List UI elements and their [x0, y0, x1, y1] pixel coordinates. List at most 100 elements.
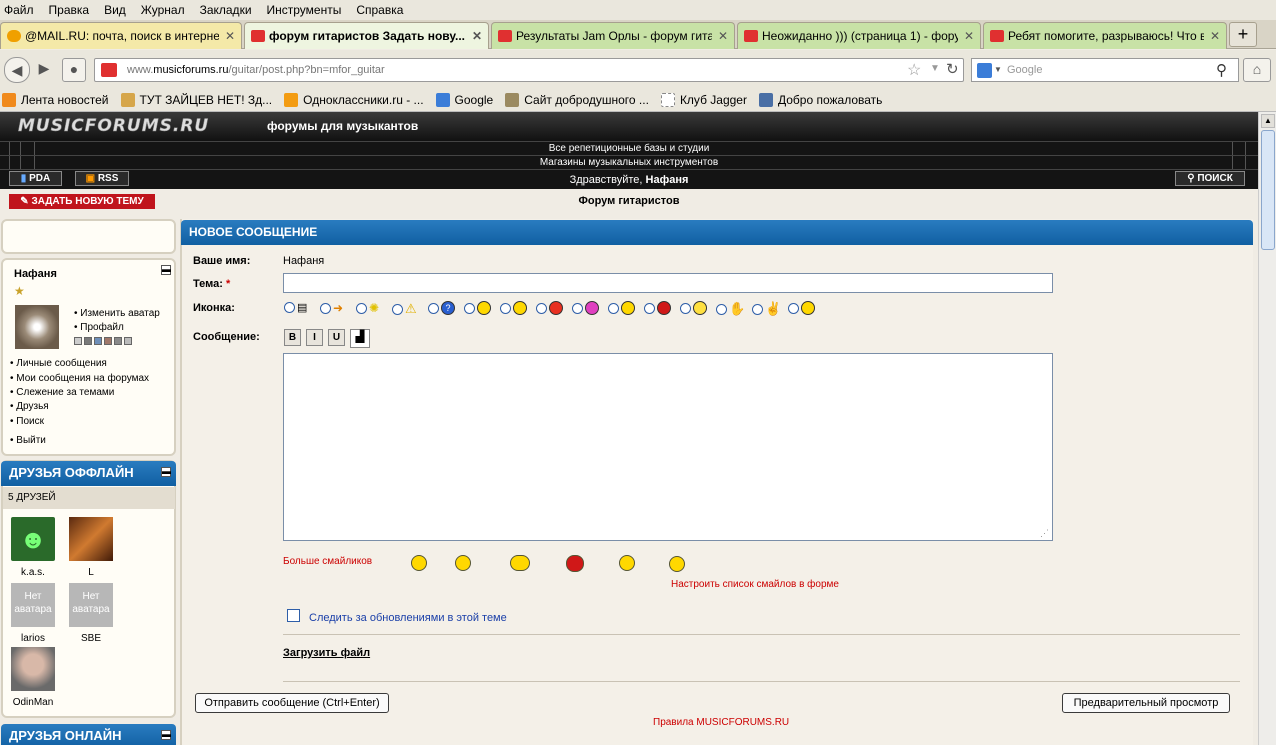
scroll-up-icon[interactable]: ▲ — [1261, 114, 1275, 128]
studios-link[interactable]: Все репетиционные базы и студии — [549, 143, 710, 154]
icon-option-question[interactable]: ? — [428, 301, 455, 315]
site-logo[interactable]: MUSICFORUMS.RU — [18, 116, 209, 137]
icon-option-thumbs-up[interactable]: ✌ — [752, 301, 781, 317]
watched-topics-link[interactable]: • Слежение за темами — [10, 387, 114, 398]
friend-sbe[interactable]: Нет аватара SBE — [69, 583, 113, 644]
forum-title[interactable]: Форум гитаристов — [0, 195, 1258, 207]
shops-link[interactable]: Магазины музыкальных инструментов — [540, 157, 718, 168]
logout-link[interactable]: • Выйти — [10, 435, 46, 446]
bookmark-zaytsev[interactable]: ТУТ ЗАЙЦЕВ НЕТ! Зд... — [120, 93, 272, 107]
friend-larios[interactable]: Нет аватара larios — [11, 583, 55, 644]
message-textarea[interactable]: ⋰ — [283, 353, 1053, 541]
watch-topic-checkbox[interactable] — [287, 609, 300, 622]
menu-edit[interactable]: Правка — [49, 3, 90, 17]
icon-option-wink[interactable] — [680, 301, 707, 315]
icon-option-mad[interactable] — [644, 301, 671, 315]
friend-name[interactable]: k.a.s. — [11, 567, 55, 578]
menu-file[interactable]: Файл — [4, 3, 34, 17]
friend-name[interactable]: L — [69, 567, 113, 578]
bold-button[interactable]: B — [284, 329, 301, 346]
tab-forum-new-topic[interactable]: форум гитаристов Задать нову... ✕ — [244, 22, 489, 49]
italic-button[interactable]: I — [306, 329, 323, 346]
new-tab-button[interactable]: + — [1229, 22, 1257, 47]
search-icon[interactable]: ⚲ — [1216, 61, 1227, 79]
private-messages-link[interactable]: • Личные сообщения — [10, 358, 107, 369]
collapse-icon[interactable]: ▬ — [161, 265, 171, 275]
new-topic-button[interactable]: ✎ ЗАДАТЬ НОВУЮ ТЕМУ — [9, 194, 155, 209]
smiley-insert-icon[interactable] — [411, 555, 427, 571]
tab-mail[interactable]: @MAIL.RU: почта, поиск в интернете... ✕ — [0, 22, 242, 49]
icon-option-grin[interactable] — [608, 301, 635, 315]
bookmark-kind-site[interactable]: Сайт добродушного ... — [505, 93, 649, 107]
preview-button[interactable]: Предварительный просмотр — [1062, 693, 1230, 713]
icon-option-arrow[interactable]: ➜ — [320, 301, 343, 315]
upload-file-link[interactable]: Загрузить файл — [283, 647, 370, 659]
menu-help[interactable]: Справка — [356, 3, 403, 17]
dropdown-icon[interactable]: ▼ — [930, 63, 940, 74]
icon-option-laugh[interactable] — [788, 301, 815, 315]
friend-avatar[interactable]: ☻ — [11, 517, 55, 561]
back-button[interactable]: ◀ — [4, 57, 30, 83]
dropdown-icon[interactable]: ▼ — [994, 65, 1002, 74]
no-avatar-placeholder[interactable]: Нет аватара — [11, 583, 55, 627]
bookmark-star-icon[interactable]: ☆ — [907, 60, 921, 80]
menu-bookmarks[interactable]: Закладки — [200, 3, 252, 17]
cool-hand-smiley-icon[interactable] — [455, 555, 471, 571]
rules-link[interactable]: Правила MUSICFORUMS.RU — [653, 717, 789, 728]
icon-option-pink[interactable] — [572, 301, 599, 315]
bookmark-news[interactable]: Лента новостей — [2, 93, 109, 107]
bookmark-google[interactable]: Google — [435, 93, 493, 107]
status-square[interactable] — [124, 337, 132, 345]
friend-name[interactable]: larios — [11, 633, 55, 644]
image-insert-button[interactable]: ▟ — [350, 329, 370, 348]
scroll-thumb[interactable] — [1261, 130, 1275, 250]
icon-option-cool[interactable] — [464, 301, 491, 315]
status-square[interactable] — [74, 337, 82, 345]
more-smilies-link[interactable]: Больше смайликов — [283, 556, 372, 567]
collapse-icon[interactable]: ▬ — [161, 730, 171, 740]
friend-avatar[interactable] — [69, 517, 113, 561]
pda-button[interactable]: ▮ PDA — [9, 171, 62, 186]
friends-link[interactable]: • Друзья — [10, 401, 49, 412]
site-search-button[interactable]: ⚲ ПОИСК — [1175, 171, 1245, 186]
close-tab-icon[interactable]: ✕ — [718, 29, 728, 43]
close-tab-icon[interactable]: ✕ — [225, 29, 235, 43]
close-tab-icon[interactable]: ✕ — [1210, 29, 1220, 43]
search-box[interactable]: ▼ Google ⚲ — [971, 58, 1239, 82]
icon-option-idea[interactable]: ✺ — [356, 301, 379, 315]
tab-unexpected[interactable]: Неожиданно ))) (страница 1) - форум ... … — [737, 22, 981, 49]
sidebar-username[interactable]: Нафаня — [14, 268, 57, 280]
greeting-username[interactable]: Нафаня — [646, 174, 689, 186]
menu-view[interactable]: Вид — [104, 3, 126, 17]
icon-option-warning[interactable]: ⚠ — [392, 301, 417, 317]
no-avatar-placeholder[interactable]: Нет аватара — [69, 583, 113, 627]
forward-button[interactable]: ▶ — [32, 58, 56, 82]
resize-grip-icon[interactable]: ⋰ — [1040, 528, 1049, 539]
close-tab-icon[interactable]: ✕ — [472, 29, 482, 43]
reload-icon[interactable]: ↻ — [946, 60, 959, 78]
icon-option-thumbs-down[interactable]: ✋ — [716, 301, 745, 317]
profile-link[interactable]: • Профайл — [74, 322, 124, 333]
identity-icon[interactable]: ● — [62, 58, 86, 82]
menu-tools[interactable]: Инструменты — [267, 3, 342, 17]
tab-jam-results[interactable]: Результаты Jam Орлы - форум гитари... ✕ — [491, 22, 735, 49]
subject-input[interactable] — [283, 273, 1053, 293]
configure-smilies-link[interactable]: Настроить список смайлов в форме — [671, 579, 839, 590]
url-bar[interactable]: www.musicforums.ru/guitar/post.php?bn=mf… — [94, 58, 964, 82]
friend-name[interactable]: SBE — [69, 633, 113, 644]
close-tab-icon[interactable]: ✕ — [964, 29, 974, 43]
status-square[interactable] — [94, 337, 102, 345]
underline-button[interactable]: U — [328, 329, 345, 346]
my-posts-link[interactable]: • Мои сообщения на форумах — [10, 373, 149, 384]
tab-help-me[interactable]: Ребят помогите, разрываюсь! Что вы... ✕ — [983, 22, 1227, 49]
rss-button[interactable]: ▣ RSS — [75, 171, 129, 186]
bookmark-odnoklassniki[interactable]: Одноклассники.ru - ... — [284, 93, 424, 107]
headphones-smiley-icon[interactable] — [619, 555, 635, 571]
search-link[interactable]: • Поиск — [10, 416, 44, 427]
bookmark-jagger[interactable]: Клуб Jagger — [660, 93, 747, 107]
icon-option-smile[interactable] — [500, 301, 527, 315]
rock-smiley-icon[interactable] — [510, 555, 530, 571]
exclaim-smiley-icon[interactable] — [669, 556, 685, 572]
icon-option-doc[interactable]: ▤ — [284, 301, 307, 314]
change-avatar-link[interactable]: • Изменить аватар — [74, 308, 160, 319]
